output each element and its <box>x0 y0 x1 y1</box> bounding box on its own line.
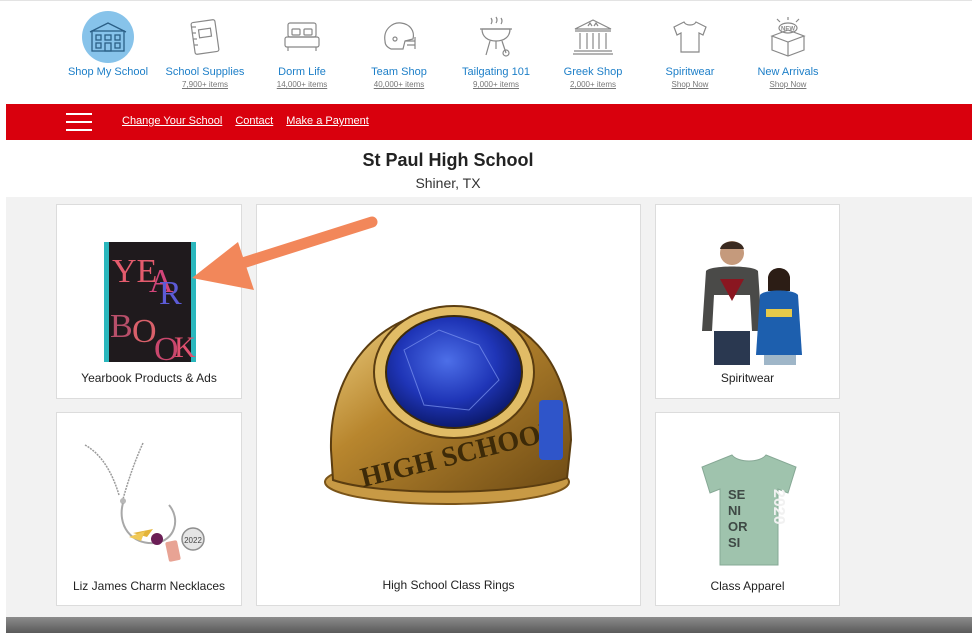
charm-necklace-image: 2022 <box>83 435 223 567</box>
svg-text:B: B <box>110 308 133 345</box>
category-link[interactable]: Shop Now <box>740 80 836 89</box>
svg-text:R: R <box>159 275 182 312</box>
tshirt-icon <box>664 11 716 63</box>
svg-text:NI: NI <box>728 503 741 518</box>
new-box-icon: NEW <box>762 11 814 63</box>
svg-text:OR: OR <box>728 519 748 534</box>
svg-text:2020: 2020 <box>770 489 787 525</box>
category-count[interactable]: 9,000+ items <box>448 80 544 89</box>
category-spiritwear[interactable]: Spiritwear Shop Now <box>642 11 738 89</box>
school-building-icon <box>82 11 134 63</box>
school-location: Shiner, TX <box>415 175 481 191</box>
svg-text:O: O <box>132 313 157 350</box>
category-label: Greek Shop <box>563 66 623 78</box>
category-label: Tailgating 101 <box>462 66 530 78</box>
category-label: Spiritwear <box>665 66 715 78</box>
make-payment-link[interactable]: Make a Payment <box>286 115 369 127</box>
bottom-edge-bar <box>6 617 972 633</box>
charm-necklaces-caption: Liz James Charm Necklaces <box>72 579 226 593</box>
school-name: St Paul High School <box>362 150 534 170</box>
yearbook-cover-image: YE A R B O O K <box>104 242 196 368</box>
class-apparel-shirt-image: SE NI OR SI 2020 <box>694 449 804 569</box>
category-label: Team Shop <box>371 66 427 78</box>
class-rings-caption: High School Class Rings <box>382 578 515 592</box>
category-count[interactable]: 14,000+ items <box>254 80 350 89</box>
yearbook-tile[interactable]: YE A R B O O K Yearbook Products & Ads <box>56 204 242 399</box>
category-count[interactable]: 40,000+ items <box>351 80 447 89</box>
category-dorm-life[interactable]: Dorm Life 14,000+ items <box>254 11 350 89</box>
svg-text:K: K <box>174 331 196 362</box>
nav-links: Change Your School Contact Make a Paymen… <box>122 115 369 127</box>
change-school-link[interactable]: Change Your School <box>122 115 222 127</box>
category-label: School Supplies <box>165 66 245 78</box>
grill-icon <box>470 11 522 63</box>
category-team-shop[interactable]: Team Shop 40,000+ items <box>351 11 447 89</box>
charm-necklaces-tile[interactable]: 2022 Liz James Charm Necklaces <box>56 412 242 606</box>
spiritwear-models-image <box>686 235 811 367</box>
category-tailgating[interactable]: Tailgating 101 9,000+ items <box>448 11 544 89</box>
class-rings-tile[interactable]: HIGH SCHOOL High School Class Rings <box>256 204 641 606</box>
greek-building-icon <box>567 11 619 63</box>
category-greek-shop[interactable]: Greek Shop 2,000+ items <box>545 11 641 89</box>
category-nav: Shop My School School Supplies 7,900+ it… <box>0 0 972 104</box>
category-link[interactable]: Shop Now <box>642 80 738 89</box>
football-helmet-icon <box>373 11 425 63</box>
spiritwear-caption: Spiritwear <box>720 371 775 385</box>
hamburger-menu-icon[interactable] <box>66 113 92 131</box>
class-apparel-tile[interactable]: SE NI OR SI 2020 Class Apparel <box>655 412 840 606</box>
category-school-supplies[interactable]: School Supplies 7,900+ items <box>157 11 253 89</box>
class-apparel-caption: Class Apparel <box>710 579 785 593</box>
category-label: Shop My School <box>67 66 149 78</box>
contact-link[interactable]: Contact <box>235 115 273 127</box>
svg-text:SI: SI <box>728 535 740 550</box>
yearbook-caption: Yearbook Products & Ads <box>81 371 217 385</box>
charm-year-text: 2022 <box>184 536 202 545</box>
notebook-icon <box>179 11 231 63</box>
category-count[interactable]: 2,000+ items <box>545 80 641 89</box>
main-nav-bar: Change Your School Contact Make a Paymen… <box>6 104 972 140</box>
category-new-arrivals[interactable]: NEW New Arrivals Shop Now <box>740 11 836 89</box>
spiritwear-tile[interactable]: Spiritwear <box>655 204 840 399</box>
class-ring-image: HIGH SCHOOL <box>319 300 579 520</box>
category-label: New Arrivals <box>757 66 819 78</box>
category-shop-my-school[interactable]: Shop My School <box>60 11 156 78</box>
svg-text:SE: SE <box>728 487 746 502</box>
category-count[interactable]: 7,900+ items <box>157 80 253 89</box>
bed-icon <box>276 11 328 63</box>
category-label: Dorm Life <box>278 66 326 78</box>
